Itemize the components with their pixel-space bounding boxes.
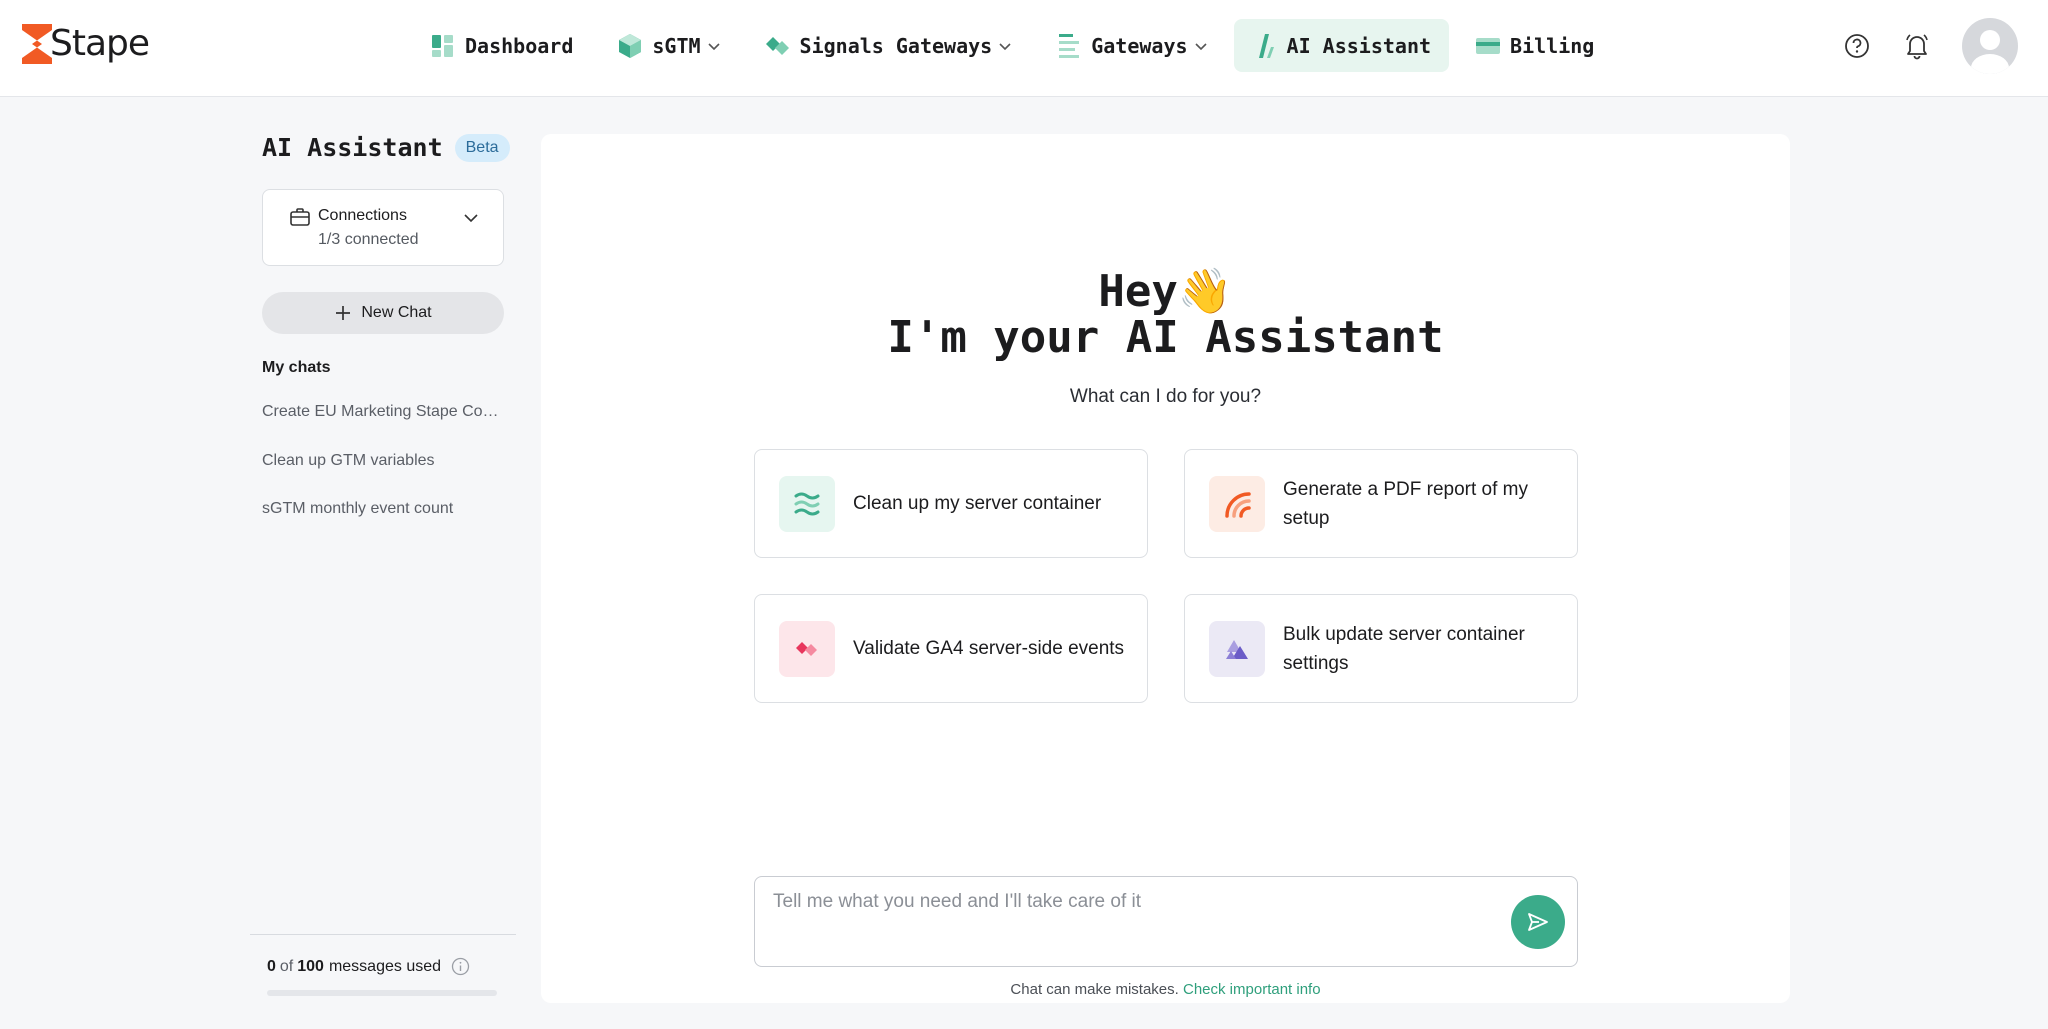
usage-progress-bar [267,990,497,996]
suggestion-label: Validate GA4 server-side events [853,638,1125,659]
chat-list-item[interactable]: sGTM monthly event count [262,500,504,549]
disclaimer: Chat can make mistakes. Check important … [541,981,1790,998]
briefcase-icon [289,206,311,228]
suggestion-label: Clean up my server container [853,493,1102,514]
sidebar-header: AI Assistant Beta [262,133,510,162]
gateways-icon [1056,33,1082,59]
page-title: AI Assistant [262,133,443,162]
nav-label: AI Assistant [1286,33,1432,58]
nav-signals-gateways[interactable]: Signals Gateways [747,19,1031,72]
important-info-link[interactable]: Check important info [1183,981,1321,998]
stape-logo-mark-icon [22,24,52,64]
greeting-text: Hey [1098,266,1178,317]
subheadline: What can I do for you? [1069,386,1262,407]
chat-input[interactable] [773,891,1493,951]
usage-of: of [279,957,294,975]
chevron-down-icon [1194,39,1208,53]
usage-total-count: 100 [297,957,324,975]
waves-icon [779,475,835,532]
message-usage: 0 of 100 messages used [267,957,470,976]
brand-name: Stape [50,23,150,64]
triangles-icon [1209,620,1265,677]
cube-icon [617,33,643,59]
nav-gateways[interactable]: Gateways [1038,19,1225,72]
divider [250,934,516,935]
chat-list-item[interactable]: Clean up GTM variables [262,452,504,501]
card-icon [1475,33,1501,59]
nav-ai-assistant[interactable]: AI Assistant [1233,19,1450,72]
nav-label: Signals Gateways [799,33,993,58]
chevron-down-icon [998,39,1012,53]
new-chat-label: New Chat [361,304,432,321]
nav-label: Dashboard [465,33,574,58]
beta-badge: Beta [454,133,510,162]
send-button[interactable] [1511,895,1565,949]
nav-sgtm[interactable]: sGTM [599,19,738,72]
chat-input-box [754,876,1578,967]
usage-suffix: messages used [328,957,442,975]
send-icon [1528,913,1548,931]
new-chat-button[interactable]: New Chat [262,292,504,334]
user-avatar[interactable] [1962,18,2018,74]
usage-used-count: 0 [267,957,276,975]
info-icon[interactable] [451,957,470,976]
nav-label: sGTM [652,33,701,58]
ai-icon [1252,33,1278,59]
diamond-icon [779,620,835,677]
nav-dashboard[interactable]: Dashboard [412,19,591,72]
signal-arc-icon [1209,475,1265,532]
top-navbar: Stape Dashboard sGTM Signals Gateways Ga… [0,0,2048,97]
connections-dropdown[interactable]: Connections 1/3 connected [262,189,504,266]
help-icon[interactable] [1842,31,1872,61]
nav-label: Billing [1510,33,1595,58]
suggestion-card-pdf-report[interactable]: Generate a PDF report of my setup [1184,449,1578,558]
suggestion-label: Generate a PDF report of my setup [1283,478,1528,529]
chat-list-item[interactable]: Create EU Marketing Stape Cont... [262,403,504,452]
sidebar: AI Assistant Beta Connections 1/3 connec… [250,97,516,1029]
nav-label: Gateways [1091,33,1188,58]
suggestion-card-cleanup[interactable]: Clean up my server container [754,449,1148,558]
nav-billing[interactable]: Billing [1457,19,1612,72]
dashboard-icon [430,33,456,59]
headline: I'm your AI Assistant [887,312,1444,363]
top-right-actions [1842,17,2018,75]
greeting: Hey👋 [541,268,1790,316]
disclaimer-text: Chat can make mistakes. [1010,981,1179,998]
my-chats-heading: My chats [262,359,331,376]
chat-list: Create EU Marketing Stape Cont... Clean … [262,403,504,549]
waving-hand-icon: 👋 [1177,266,1233,317]
signals-icon [765,33,791,59]
chevron-down-icon [463,210,479,226]
connections-label: Connections [318,207,407,224]
plus-icon [334,304,352,322]
chat-panel: Hey👋 I'm your AI Assistant What can I do… [541,134,1790,1003]
stape-logo[interactable]: Stape [22,22,150,66]
main-nav: Dashboard sGTM Signals Gateways Gateways… [412,19,1620,72]
suggestion-card-bulk-update[interactable]: Bulk update server container settings [1184,594,1578,703]
notifications-bell-icon[interactable] [1902,31,1932,61]
connections-status: 1/3 connected [318,231,419,248]
suggestion-card-validate-ga4[interactable]: Validate GA4 server-side events [754,594,1148,703]
suggestion-label: Bulk update server container settings [1283,623,1525,674]
chevron-down-icon [707,39,721,53]
